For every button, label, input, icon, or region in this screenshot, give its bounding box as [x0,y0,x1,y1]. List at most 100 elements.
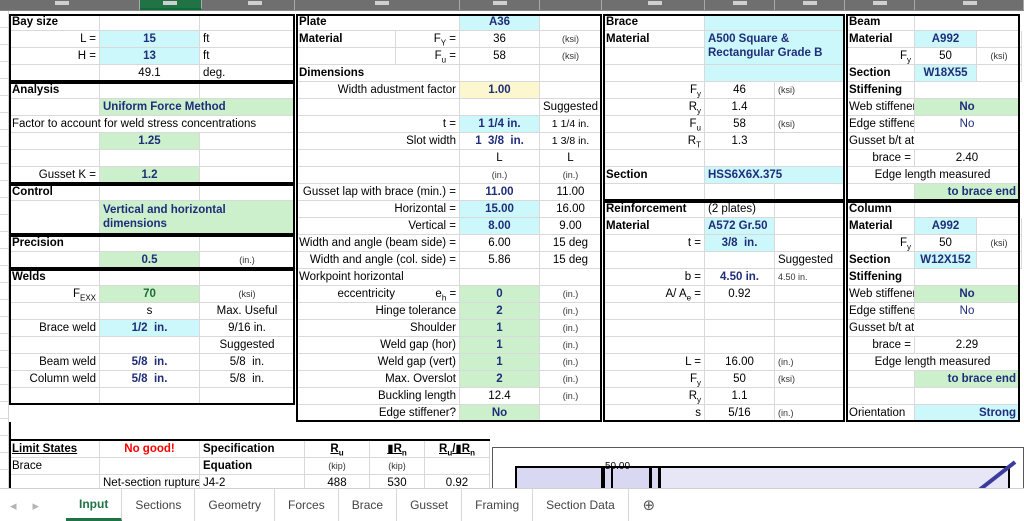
column-resize-nub[interactable] [803,1,817,5]
tab-geometry[interactable]: Geometry [195,489,276,521]
reinforcement-t-right [775,235,845,252]
plate-horizontal-value[interactable]: 15.00 [460,201,540,218]
width-adjustment-value[interactable]: 1.00 [460,82,540,99]
column-header-a[interactable] [0,0,140,10]
eh-value[interactable]: 0 [460,286,540,303]
plate-fy-equals: = [449,33,456,45]
column-resize-nub[interactable] [648,1,662,5]
beam-title: Beam [846,14,915,31]
bay-size-title: Bay size [9,14,100,31]
reinforcement-area-equals: = [694,288,701,300]
plate-fy-subscript: Y [440,38,447,48]
column-resize-nub[interactable] [163,1,177,5]
column-header-f[interactable] [540,0,602,10]
weld-factor-value[interactable]: 1.25 [100,133,200,150]
shoulder-value[interactable]: 1 [460,320,540,337]
tab-section-data[interactable]: Section Data [533,489,629,521]
welds-title: Welds [9,269,100,286]
buckling-length-label: Buckling length [296,388,460,405]
tab-input[interactable]: Input [66,489,123,521]
tab-brace[interactable]: Brace [339,489,398,521]
max-overslot-unit: (in.) [540,371,602,388]
plate-vertical-label: Vertical = [296,218,460,235]
fexx-unit: (ksi) [200,286,295,303]
beam-fy-unit: (ksi) [977,48,1022,65]
column-bt-right-1 [915,320,1020,337]
beam-web-stiffener-value[interactable]: No [915,99,1020,116]
max-overslot-value[interactable]: 2 [460,371,540,388]
brace-section-value[interactable]: HSS6X6X.375 [705,167,845,184]
beam-edge-stiffener-value[interactable]: No [915,116,1020,133]
reinforcement-material-value[interactable]: A572 Gr.50 [705,218,775,235]
plate-edge-stiffener-label: Edge stiffener? [296,405,460,422]
plate-t-value[interactable]: 1 1/4 in. [460,116,540,133]
reinforcement-sugg-left [603,252,705,269]
column-weld-value[interactable]: 5/8 in. [100,371,200,388]
brace-fu-unit: (ksi) [775,116,845,133]
column-resize-nub[interactable] [248,1,262,5]
hinge-tolerance-value[interactable]: 2 [460,303,540,320]
col-side-angle: 15 deg [540,252,602,269]
next-sheet-arrow-icon[interactable]: ▸ [33,499,40,512]
weld-gap-vert-value[interactable]: 1 [460,354,540,371]
fexx-symbol: F [72,288,80,300]
beam-section-value[interactable]: W18X55 [915,65,977,82]
beam-side-label: Width and angle (beam side) = [294,235,460,252]
column-edge-stiffener-value[interactable]: No [915,303,1020,320]
column-web-stiffener-value[interactable]: No [915,286,1020,303]
beam-material-right [977,31,1022,48]
beam-bt-right-1 [915,133,1020,150]
tab-sections[interactable]: Sections [122,489,196,521]
column-section-value[interactable]: W12X152 [915,252,977,269]
beam-material-label: Material [846,31,915,48]
column-edge-length-value[interactable]: to brace end [915,371,1020,388]
brace-material-value[interactable]: A500 Square & Rectangular Grade B [705,31,845,65]
column-resize-nub[interactable] [493,1,507,5]
weld-gap-hor-value[interactable]: 1 [460,337,540,354]
worksheet-grid[interactable]: Bay size L = 15 ft H = 13 ft 49.1 deg. A… [0,10,1024,489]
plate-fu-subscript: u [441,55,447,65]
fexx-subscript: EXX [79,293,96,303]
tab-forces[interactable]: Forces [275,489,339,521]
column-web-stiffener-label: Web stiffener? [846,286,915,303]
plate-vertical-value[interactable]: 8.00 [460,218,540,235]
plate-fu-value: 58 [460,48,540,65]
analysis-method-value[interactable]: Uniform Force Method [100,99,295,116]
prev-sheet-arrow-icon[interactable]: ◂ [10,499,17,512]
connection-drawing[interactable]: 50.00 [492,447,1024,489]
brace-weld-value[interactable]: 1/2 in. [100,320,200,337]
reinforcement-t-value[interactable]: 3/8 in. [705,235,775,252]
column-resize-nub[interactable] [733,1,747,5]
column-resize-nub[interactable] [375,1,389,5]
plate-grade[interactable]: A36 [460,14,540,31]
plate-edge-stiffener-value[interactable]: No [460,405,540,422]
column-edge-stiffener-label: Edge stiffener? [846,303,915,320]
column-material-value[interactable]: A992 [915,218,977,235]
column-resize-nub[interactable] [873,1,887,5]
brace-weld-suggested: 9/16 in. [200,320,295,337]
gusset-k-value[interactable]: 1.2 [100,167,200,184]
column-orientation-value[interactable]: Strong [915,405,1020,422]
column-weld-suggested-unit: in. [252,373,265,385]
width-adjustment-right [540,82,602,99]
beam-edge-length-value[interactable]: to brace end [915,184,1020,201]
bay-length-value[interactable]: 15 [100,31,200,48]
reinf-blank-r1-a [603,303,705,320]
brace-weld-unit: in. [153,322,168,334]
beam-material-value[interactable]: A992 [915,31,977,48]
fexx-value[interactable]: 70 [100,286,200,303]
add-sheet-button[interactable]: ⊕ [629,489,669,521]
tab-framing[interactable]: Framing [462,489,534,521]
column-stiffening-title: Stiffening [846,269,915,286]
bay-height-value[interactable]: 13 [100,48,200,65]
beam-weld-value[interactable]: 5/8 in. [100,354,200,371]
reinf-blank-r2-b [705,320,775,337]
precision-value[interactable]: 0.5 [100,252,200,269]
column-resize-nub[interactable] [963,1,977,5]
column-resize-nub[interactable] [55,1,69,5]
tab-gusset[interactable]: Gusset [397,489,463,521]
precision-blank-2 [200,235,295,252]
sheet-tab-bar: ◂ ▸ Input Sections Geometry Forces Brace… [0,488,1024,521]
reinforcement-l-label: L = [603,354,705,371]
control-mode-value[interactable]: Vertical and horizontal dimensions [100,201,295,235]
